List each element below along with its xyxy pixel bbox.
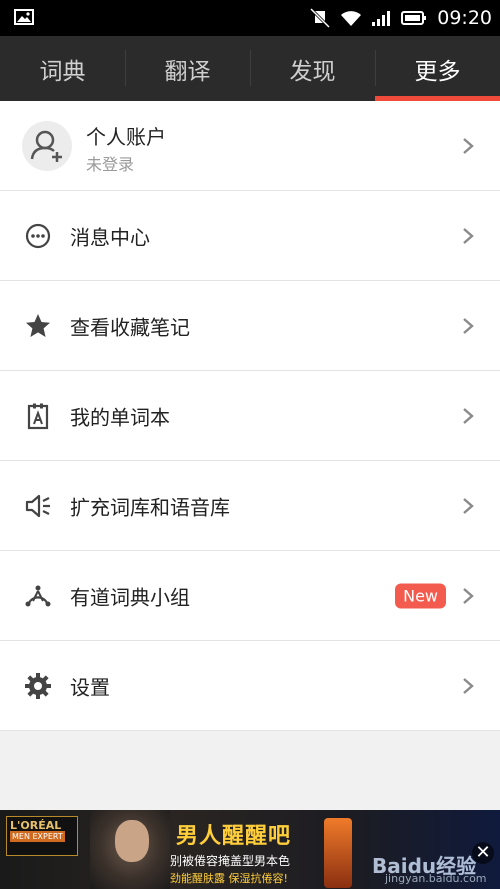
account-row[interactable]: 个人账户 未登录 xyxy=(0,101,500,191)
mute-icon xyxy=(310,8,331,28)
signal-icon xyxy=(372,11,391,26)
ad-slogan: 男人醒醒吧 xyxy=(176,824,292,849)
main-tab-bar: 词典 翻译 发现 更多 xyxy=(0,36,500,101)
ad-close-button[interactable]: ✕ xyxy=(472,842,494,864)
menu-item-group[interactable]: 有道词典小组 New xyxy=(0,551,500,641)
chevron-right-icon xyxy=(463,227,474,244)
clock: 09:20 xyxy=(437,7,492,29)
battery-icon xyxy=(401,11,427,25)
chevron-right-icon xyxy=(463,587,474,604)
status-bar: 09:20 xyxy=(0,0,500,36)
settings-gear-icon xyxy=(25,672,51,699)
ad-product-line: 劲能醒肤露 保湿抗倦容! xyxy=(170,872,288,885)
menu-item-wordbook[interactable]: 我的单词本 xyxy=(0,371,500,461)
tab-translate[interactable]: 翻译 xyxy=(125,36,250,101)
menu-item-label: 我的单词本 xyxy=(70,405,170,429)
menu-item-favorites[interactable]: 查看收藏笔记 xyxy=(0,281,500,371)
message-center-icon xyxy=(25,223,51,248)
account-status: 未登录 xyxy=(86,155,135,174)
account-title: 个人账户 xyxy=(86,125,166,149)
speaker-icon xyxy=(25,494,50,517)
menu-item-settings[interactable]: 设置 xyxy=(0,641,500,731)
menu-item-label: 扩充词库和语音库 xyxy=(70,495,230,519)
tab-discover[interactable]: 发现 xyxy=(250,36,375,101)
tab-more[interactable]: 更多 xyxy=(375,36,500,101)
ad-tagline: 别被倦容掩盖型男本色 xyxy=(170,854,291,868)
menu-item-label: 设置 xyxy=(70,675,110,699)
menu-item-expand-library[interactable]: 扩充词库和语音库 xyxy=(0,461,500,551)
chevron-right-icon xyxy=(463,137,474,154)
ad-model-face xyxy=(115,820,149,862)
add-user-icon xyxy=(30,130,62,162)
chevron-right-icon xyxy=(463,317,474,334)
menu-item-label: 查看收藏笔记 xyxy=(70,315,190,339)
more-menu: 个人账户 未登录 消息中心 查看收藏笔记 我的单词本 扩充词库和语音库 有道词典… xyxy=(0,101,500,731)
menu-item-label: 有道词典小组 xyxy=(70,585,190,609)
ad-banner[interactable]: L'ORÉAL MEN EXPERT 男人醒醒吧 别被倦容掩盖型男本色 劲能醒肤… xyxy=(0,810,500,889)
group-icon xyxy=(25,585,51,606)
ad-brand-logo: L'ORÉAL MEN EXPERT xyxy=(6,816,78,856)
wordbook-icon xyxy=(27,403,49,429)
tab-dictionary[interactable]: 词典 xyxy=(0,36,125,101)
gallery-icon xyxy=(14,9,34,25)
chevron-right-icon xyxy=(463,677,474,694)
avatar xyxy=(22,121,72,171)
new-badge: New xyxy=(395,583,446,608)
menu-item-label: 消息中心 xyxy=(70,225,150,249)
wifi-icon xyxy=(341,11,362,26)
star-icon xyxy=(26,313,50,337)
chevron-right-icon xyxy=(463,407,474,424)
ad-product-bottle xyxy=(324,818,352,888)
watermark-url: jingyan.baidu.com xyxy=(385,872,487,885)
chevron-right-icon xyxy=(463,497,474,514)
menu-item-message-center[interactable]: 消息中心 xyxy=(0,191,500,281)
